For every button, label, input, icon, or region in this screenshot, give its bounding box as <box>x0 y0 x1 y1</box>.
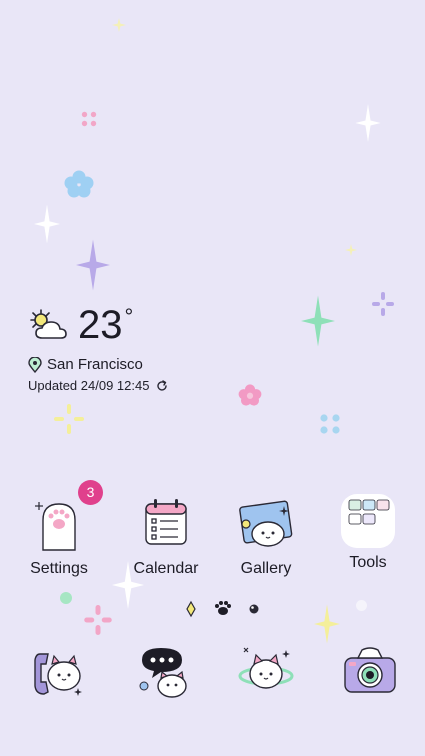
app-label: Tools <box>349 554 387 571</box>
cross-decoration-icon <box>318 412 342 436</box>
refresh-icon[interactable] <box>156 379 168 392</box>
calendar-icon <box>136 494 196 554</box>
home-page-dot-icon <box>186 600 196 618</box>
dock-camera-icon[interactable] <box>340 642 400 702</box>
dot-decoration-icon <box>60 592 72 604</box>
sparkle-decoration-icon <box>34 204 60 244</box>
dock-messages-icon[interactable] <box>134 642 194 702</box>
page-dot-icon <box>249 604 259 614</box>
dot-decoration-icon <box>356 600 367 611</box>
app-label: Calendar <box>133 560 199 577</box>
cross-decoration-icon <box>80 110 98 128</box>
notification-badge: 3 <box>78 480 103 505</box>
page-indicator[interactable] <box>183 600 263 618</box>
app-label: Gallery <box>240 560 292 577</box>
degree-symbol: ° <box>124 304 134 329</box>
tools-folder-icon <box>341 494 395 548</box>
temperature-value: 23 <box>78 303 123 347</box>
updated-timestamp: Updated 24/09 12:45 <box>28 378 150 393</box>
paw-page-dot-icon <box>215 601 231 615</box>
dock-phone-icon[interactable] <box>30 642 90 702</box>
location-pin-icon <box>28 355 42 373</box>
sparkle-decoration-icon <box>355 104 381 142</box>
sparkle-decoration-icon <box>345 244 357 256</box>
app-tools[interactable]: Tools <box>320 494 416 572</box>
weather-widget[interactable]: 23 ° San Francisco Updated 24/09 12:45 <box>28 304 248 400</box>
app-calendar[interactable]: Calendar <box>118 494 214 578</box>
sparkle-decoration-icon <box>301 294 335 348</box>
dock-internet-icon[interactable] <box>236 642 296 702</box>
flower-decoration-icon <box>64 170 94 198</box>
cross-decoration-icon <box>84 605 112 635</box>
cross-decoration-icon <box>54 404 84 434</box>
settings-paw-icon: 3 <box>29 480 103 554</box>
cross-decoration-icon <box>372 292 394 316</box>
sparkle-decoration-icon <box>76 238 110 292</box>
partly-sunny-icon <box>28 308 70 342</box>
app-gallery[interactable]: Gallery <box>218 494 314 578</box>
location-name: San Francisco <box>47 356 143 373</box>
gallery-icon <box>236 494 296 554</box>
app-settings[interactable]: 3 Settings <box>11 480 107 578</box>
sparkle-decoration-icon <box>314 604 340 644</box>
app-label: Settings <box>30 560 88 577</box>
sparkle-decoration-icon <box>112 18 126 32</box>
